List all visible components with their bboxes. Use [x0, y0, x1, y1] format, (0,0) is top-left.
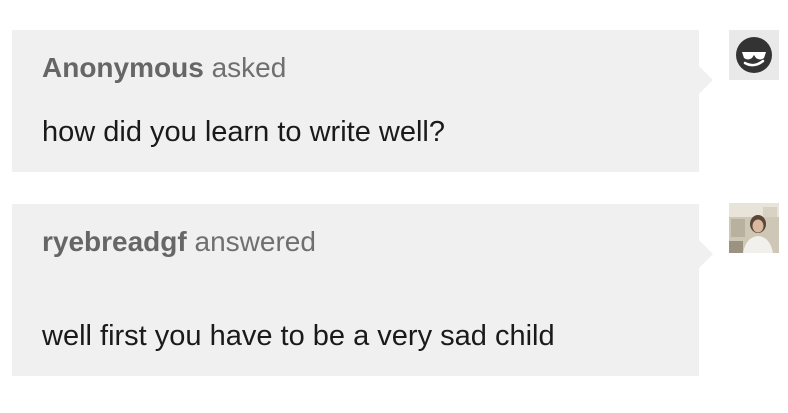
- answer-verb: answered: [194, 226, 316, 257]
- user-photo-avatar: [729, 203, 779, 253]
- sunglasses-face-icon: [729, 30, 779, 80]
- question-text: how did you learn to write well?: [42, 116, 445, 148]
- answer-text: well first you have to be a very sad chi…: [42, 320, 555, 352]
- question-author[interactable]: Anonymous: [42, 52, 204, 83]
- answerer-avatar[interactable]: [729, 203, 779, 253]
- answer-author[interactable]: ryebreadgf: [42, 226, 187, 257]
- anonymous-avatar[interactable]: [729, 30, 779, 80]
- question-bubble: Anonymous asked how did you learn to wri…: [12, 30, 713, 172]
- question-header: Anonymous asked: [42, 52, 286, 84]
- answer-bubble: ryebreadgf answered well first you have …: [12, 204, 713, 376]
- answer-header: ryebreadgf answered: [42, 226, 316, 258]
- question-verb: asked: [211, 52, 287, 83]
